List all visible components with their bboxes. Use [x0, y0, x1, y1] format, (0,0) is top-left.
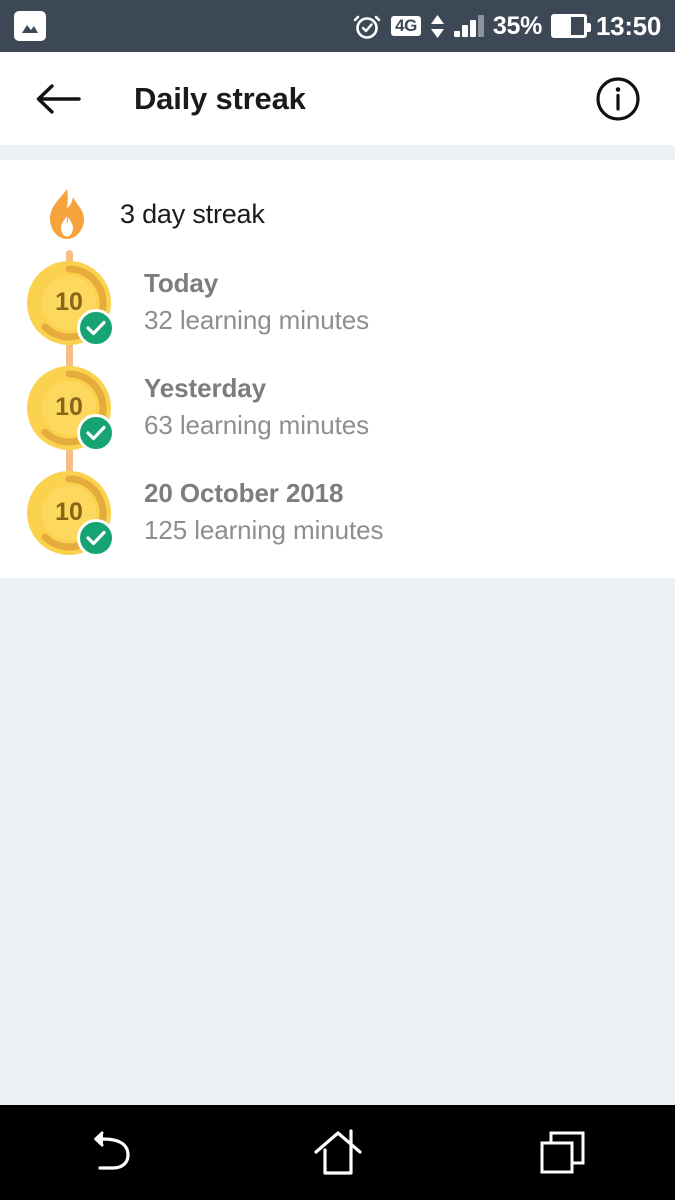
list-item[interactable]: 10 Today 32 learning minutes: [0, 250, 675, 355]
nav-home-button[interactable]: [225, 1105, 450, 1200]
list-item-text: Yesterday 63 learning minutes: [144, 372, 369, 443]
streak-summary: 3 day streak: [0, 160, 675, 240]
completed-check-badge: [77, 518, 115, 557]
coin-badge: 10: [25, 259, 115, 347]
nav-back-button[interactable]: [0, 1105, 225, 1200]
entry-minutes-label: 32 learning minutes: [144, 304, 370, 335]
coin-badge: 10: [25, 469, 115, 557]
completed-check-badge: [77, 413, 115, 452]
status-icons-group: 4G 35% 13:50: [352, 11, 661, 42]
nav-recents-icon: [540, 1131, 584, 1173]
daily-streak-card: 3 day streak 10 Today 32 learning minute…: [0, 160, 675, 578]
check-icon: [86, 320, 106, 335]
entry-minutes-label: 125 learning minutes: [144, 514, 384, 545]
status-bar: 4G 35% 13:50: [0, 0, 675, 52]
list-item[interactable]: 10 Yesterday 63 learning minutes: [0, 355, 675, 460]
info-circle-icon: [596, 76, 640, 121]
list-item[interactable]: 10 20 October 2018 125 learning minutes: [0, 460, 675, 565]
data-transfer-arrows-icon: [430, 14, 445, 38]
phone-screen: 4G 35% 13:50 Daily streak 3 day streak 1…: [0, 0, 675, 1200]
coin-badge: 10: [25, 364, 115, 452]
flame-icon: [50, 189, 84, 239]
nav-back-icon: [93, 1130, 130, 1170]
completed-check-badge: [77, 308, 115, 347]
list-item-text: Today 32 learning minutes: [144, 267, 369, 338]
streak-timeline: 10 Today 32 learning minutes 10 Yesterda…: [0, 250, 675, 565]
check-icon: [86, 530, 106, 545]
entry-day-label: Yesterday: [144, 373, 266, 404]
alarm-clock-icon: [353, 15, 381, 39]
entry-minutes-label: 63 learning minutes: [144, 409, 370, 440]
entry-day-label: 20 October 2018: [144, 478, 344, 509]
entry-day-label: Today: [144, 268, 219, 299]
gallery-icon: [14, 11, 46, 41]
page-title: Daily streak: [134, 80, 306, 116]
header-divider-strip: [0, 145, 675, 160]
info-button[interactable]: [591, 72, 645, 126]
list-item-text: 20 October 2018 125 learning minutes: [144, 477, 383, 548]
signal-bars-icon: [453, 15, 484, 37]
streak-count-label: 3 day streak: [120, 198, 265, 229]
nav-home-icon: [313, 1128, 362, 1175]
system-navigation-bar: [0, 1105, 675, 1200]
back-arrow-icon: [36, 83, 81, 114]
page-background: [0, 578, 675, 1105]
battery-percent-label: 35%: [492, 11, 542, 40]
nav-recents-button[interactable]: [450, 1105, 675, 1200]
battery-icon: [551, 14, 591, 38]
app-bar: Daily streak: [0, 52, 675, 145]
back-button[interactable]: [30, 71, 86, 127]
network-type-badge: 4G: [391, 16, 421, 36]
check-icon: [86, 425, 106, 440]
status-clock: 13:50: [596, 10, 661, 41]
